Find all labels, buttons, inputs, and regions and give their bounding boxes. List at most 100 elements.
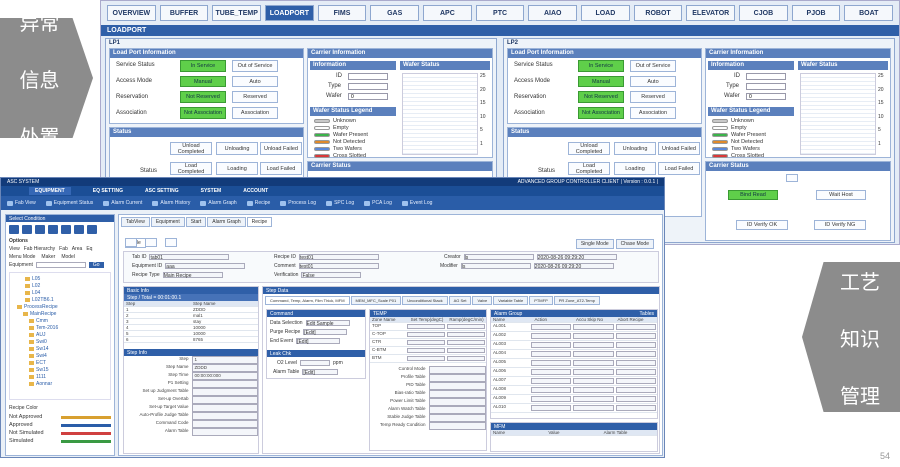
alarm-select[interactable] [530,378,571,384]
tab-alarm-graph[interactable]: Alarm Graph [207,217,246,227]
alarm-select[interactable] [573,378,614,384]
tab-buffer[interactable]: BUFFER [159,5,209,21]
step-data-tab[interactable]: Unconditional Stack [402,296,448,305]
step-field-value[interactable] [191,380,258,388]
control-select[interactable] [428,374,486,382]
alarm-select[interactable] [530,333,571,339]
collapse-icon[interactable] [35,225,45,234]
modifier-field[interactable]: ls [460,263,531,270]
alarm-table-field[interactable]: [Edit] [302,369,339,376]
step-data-tab[interactable]: MEM_MFC_Scale P01 [350,296,402,305]
filter-icon[interactable] [61,225,71,234]
step-field-value[interactable]: 1 [191,356,258,364]
alarm-select[interactable] [573,405,614,411]
alarm-row[interactable]: AL009 [491,395,657,404]
not-reserved-button[interactable]: Not Reserved [578,91,624,103]
expand-icon[interactable] [22,225,32,234]
alarm-select[interactable] [530,405,571,411]
tree-item[interactable]: Swi0 [13,338,107,345]
load-completed-button[interactable]: Load Completed [568,162,610,175]
association-button[interactable]: Association [232,107,278,119]
new-icon[interactable] [125,238,137,247]
unload-failed-button[interactable]: Unload Failed [260,142,302,155]
alarm-row[interactable]: AL003 [491,341,657,350]
tab-boat[interactable]: BOAT [844,5,894,21]
tree-item[interactable]: Sw14 [13,345,107,352]
tab-overview[interactable]: OVERVIEW [107,5,156,21]
alarm-select[interactable] [615,333,656,339]
step-field-value[interactable] [191,396,258,404]
temp-row[interactable]: C-BTM [370,347,486,355]
tree-item[interactable]: Sw15 [13,366,107,373]
control-select[interactable] [428,366,486,374]
alarm-select[interactable] [615,342,656,348]
tab-recipe[interactable]: Recipe [246,217,273,227]
tab-id-field[interactable]: tab01 [149,254,230,261]
tree-item[interactable]: ProcessRecipe [13,303,107,310]
not-association-button[interactable]: Not Association [180,107,226,119]
ramp-field[interactable] [447,324,485,329]
alarm-row[interactable]: AL008 [491,386,657,395]
load-failed-button[interactable]: Load Failed [260,162,302,175]
delete-icon[interactable] [165,238,177,247]
toolbar-pca-log[interactable]: PCA Log [364,200,392,206]
tab-fims[interactable]: FIMS [317,5,367,21]
step-data-tab[interactable]: PR Zone_AT2-Temp [553,296,600,305]
data-selection-field[interactable]: Edit Sample [305,320,350,327]
auto-button[interactable]: Auto [232,76,278,87]
menu-eq-setting[interactable]: EQ SETTING [93,188,123,194]
control-select[interactable] [428,414,486,422]
alarm-row[interactable]: AL010 [491,404,657,413]
type-field[interactable] [348,83,388,90]
save-icon[interactable] [87,225,97,234]
alarm-select[interactable] [530,351,571,357]
loading-button[interactable]: Loading [216,162,258,175]
in-service-button[interactable]: In Service [578,60,624,72]
comment-field[interactable]: test01 [298,263,379,270]
id-field[interactable] [348,73,388,80]
not-association-button[interactable]: Not Association [578,107,624,119]
step-field-value[interactable] [191,428,258,436]
alarm-select[interactable] [615,351,656,357]
unloading-button[interactable]: Unloading [216,142,258,155]
alarm-select[interactable] [573,396,614,402]
control-select[interactable] [428,422,486,430]
radio-model[interactable]: Model [61,254,75,260]
toolbar-recipe[interactable]: Recipe [246,200,270,206]
alarm-select[interactable] [530,396,571,402]
tab-equipment[interactable]: Equipment [150,217,185,227]
alarm-row[interactable]: AL002 [491,332,657,341]
control-select[interactable] [428,406,486,414]
step-field-value[interactable] [191,420,258,428]
tab-ptc[interactable]: PTC [475,5,525,21]
tree-item[interactable]: Swi4 [13,352,107,359]
alarm-select[interactable] [615,369,656,375]
auto-button[interactable]: Auto [630,76,676,87]
wafer-field[interactable]: 0 [746,93,786,100]
tree-item[interactable]: Tem-2016 [13,324,107,331]
step-field-value[interactable] [191,404,258,412]
checkbox-area[interactable]: Area [72,246,83,252]
in-service-button[interactable]: In Service [180,60,226,72]
unload-completed-button[interactable]: Unload Completed [568,142,610,155]
toolbar-equipment-status[interactable]: Equipment Status [45,200,93,206]
alarm-select[interactable] [530,387,571,393]
toolbar-spc-log[interactable]: SPC Log [326,200,354,206]
step-field-value[interactable]: 00:00:00:000 [191,372,258,380]
creator-field[interactable]: ls [463,254,534,261]
toolbar-fab-view[interactable]: Fab View [7,200,36,206]
alarm-select[interactable] [530,324,571,330]
end-event-field[interactable]: [Edit] [296,338,341,345]
toolbar-alarm-current[interactable]: Alarm Current [103,200,142,206]
table-row[interactable]: 6 8765 [124,337,258,343]
ramp-field[interactable] [447,340,485,345]
recipe-type-field[interactable]: Main Recipe [162,272,223,279]
go-button[interactable]: Go [88,262,104,268]
menu-asc-setting[interactable]: ASC SETTING [145,188,179,194]
tree-item[interactable]: L05 [13,275,107,282]
temp-row[interactable]: CTR [370,339,486,347]
o2-level-field[interactable] [300,360,331,366]
step-data-tab[interactable]: Command, Temp, Alarm, Film Thick, MFM [265,296,350,305]
control-select[interactable] [428,390,486,398]
alarm-select[interactable] [573,351,614,357]
